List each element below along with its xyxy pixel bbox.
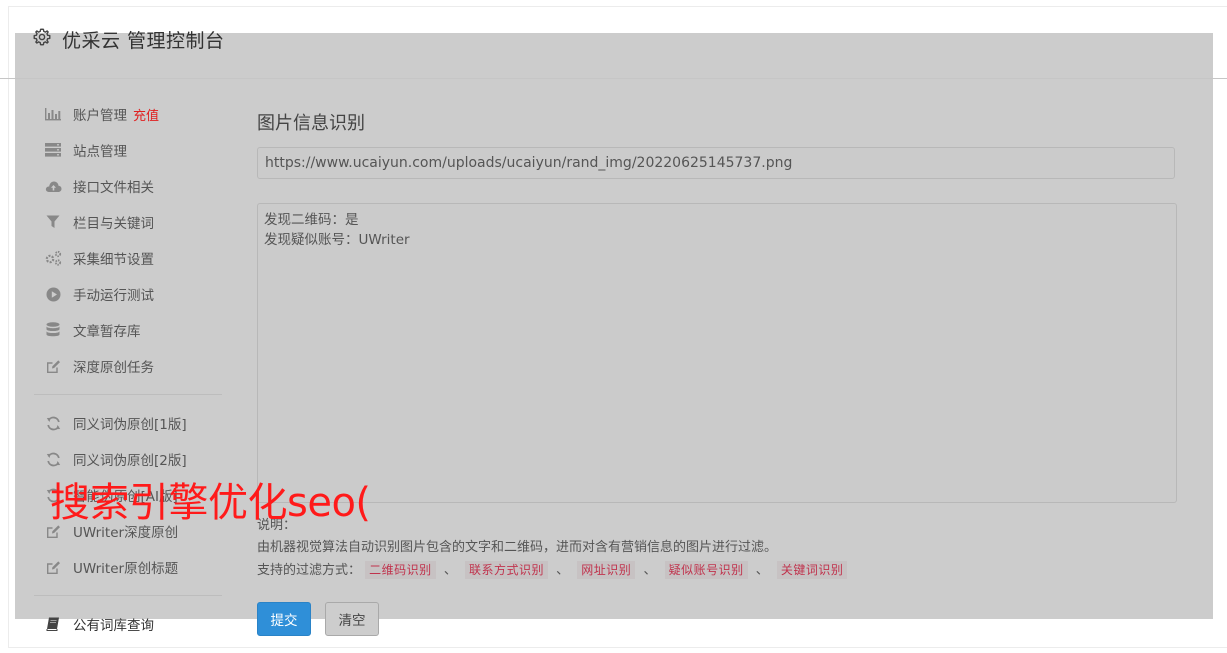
result-textarea[interactable]: 发现二维码：是 发现疑似账号：UWriter: [257, 203, 1177, 503]
sidebar-item-label: 深度原创任务: [73, 360, 154, 376]
sidebar-item-account[interactable]: 账户管理 充值: [32, 96, 224, 132]
bar-chart-icon: [44, 105, 62, 123]
image-url-input[interactable]: [257, 147, 1175, 179]
book-icon: [44, 615, 62, 633]
filter-methods-label: 支持的过滤方式：: [257, 563, 362, 578]
filter-separator: 、: [443, 563, 457, 578]
description-text: 由机器视觉算法自动识别图片包含的文字和二维码，进而对含有营销信息的图片进行过滤。: [257, 540, 778, 555]
app-title: 优采云 管理控制台: [62, 30, 225, 52]
sidebar-item-label: 站点管理: [73, 144, 127, 160]
sidebar-item-sites[interactable]: 站点管理: [32, 132, 224, 168]
sidebar-item-label: UWriter原创标题: [73, 561, 179, 577]
sidebar: 账户管理 充值 站点管理 接口文件相关 栏目与关键词 采集细节设置 手动运行测试…: [32, 96, 224, 642]
sidebar-item-label: 接口文件相关: [73, 180, 154, 196]
sidebar-item-label: 同义词伪原创[1版]: [73, 417, 187, 433]
filter-separator: 、: [643, 563, 657, 578]
server-icon: [44, 141, 62, 159]
filter-tag-keyword: 关键词识别: [776, 561, 848, 579]
refresh-icon: [44, 414, 62, 432]
sidebar-divider: [34, 595, 222, 596]
database-icon: [44, 321, 62, 339]
refresh-icon: [44, 450, 62, 468]
sidebar-item-label: 公有词库查询: [73, 618, 154, 634]
cogs-icon: [44, 249, 62, 267]
filter-separator: 、: [755, 563, 769, 578]
filter-tag-contact: 联系方式识别: [464, 561, 548, 579]
sidebar-item-collection-settings[interactable]: 采集细节设置: [32, 240, 224, 276]
sidebar-item-label: 手动运行测试: [73, 288, 154, 304]
result-line: 发现疑似账号：UWriter: [264, 232, 410, 248]
sidebar-item-public-lexicon[interactable]: 公有词库查询: [32, 606, 224, 642]
sidebar-item-label: 同义词伪原创[2版]: [73, 453, 187, 469]
filter-separator: 、: [556, 563, 570, 578]
sidebar-item-label: 文章暂存库: [73, 324, 141, 340]
app-window: 优采云 管理控制台 账户管理 充值 站点管理 接口文件相关 栏目与关键词 采集细…: [0, 0, 1227, 653]
filter-tag-url: 网址识别: [577, 561, 636, 579]
page-title: 图片信息识别: [257, 113, 365, 134]
submit-button[interactable]: 提交: [257, 602, 311, 636]
edit-icon: [44, 357, 62, 375]
clear-button[interactable]: 清空: [325, 602, 379, 636]
cloud-upload-icon: [44, 177, 62, 195]
filter-methods: 支持的过滤方式： 二维码识别 、 联系方式识别 、 网址识别 、 疑似账号识别 …: [257, 559, 848, 582]
sidebar-item-label: 采集细节设置: [73, 252, 154, 268]
sidebar-item-article-storage[interactable]: 文章暂存库: [32, 312, 224, 348]
gear-icon: [32, 27, 52, 47]
header: 优采云 管理控制台: [0, 0, 1227, 79]
edit-icon: [44, 558, 62, 576]
sidebar-item-interface-files[interactable]: 接口文件相关: [32, 168, 224, 204]
filter-icon: [44, 213, 62, 231]
sidebar-item-uwriter-title[interactable]: UWriter原创标题: [32, 549, 224, 585]
watermark-text: 搜索引擎优化seo(: [50, 480, 371, 526]
sidebar-item-deep-original-task[interactable]: 深度原创任务: [32, 348, 224, 384]
sidebar-divider: [34, 394, 222, 395]
result-line: 发现二维码：是: [264, 212, 359, 228]
recharge-link[interactable]: 充值: [133, 105, 159, 124]
filter-tag-qrcode: 二维码识别: [365, 561, 436, 579]
sidebar-item-synonym-v1[interactable]: 同义词伪原创[1版]: [32, 405, 224, 441]
sidebar-item-label: 账户管理: [73, 108, 127, 124]
filter-tag-account: 疑似账号识别: [664, 561, 748, 579]
sidebar-item-label: 栏目与关键词: [73, 216, 154, 232]
sidebar-item-manual-run[interactable]: 手动运行测试: [32, 276, 224, 312]
sidebar-item-columns-keywords[interactable]: 栏目与关键词: [32, 204, 224, 240]
play-circle-icon: [44, 285, 62, 303]
